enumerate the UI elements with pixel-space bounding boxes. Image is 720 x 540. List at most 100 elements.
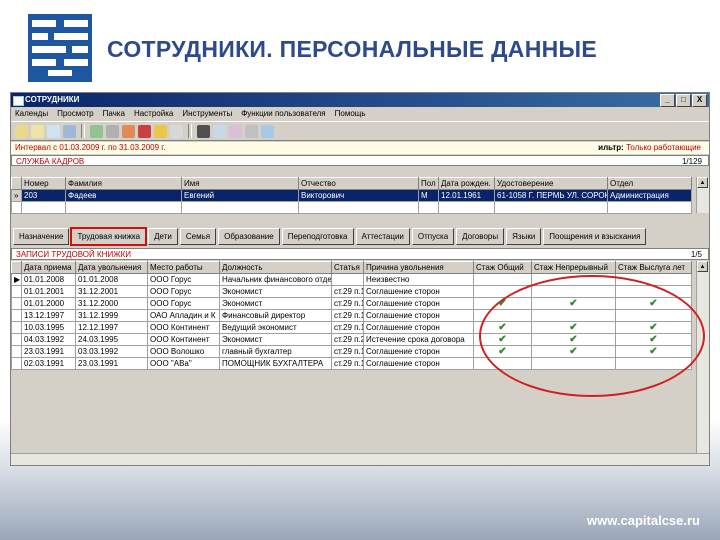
table-cell[interactable] <box>331 273 364 286</box>
table-cell[interactable]: 02.03.1991 <box>21 357 76 370</box>
table-cell[interactable]: 61-1058 Г. ПЕРМЬ УЛ. СОРОКА <box>494 189 608 202</box>
table-cell[interactable]: ст.29 п.1 <box>331 285 364 298</box>
tab-workbook[interactable]: Трудовая книжка <box>70 227 148 246</box>
table-cell[interactable]: 31.12.2000 <box>75 297 148 310</box>
column-header[interactable]: Стаж Непрерывный <box>531 261 616 274</box>
cut-icon[interactable] <box>122 124 135 138</box>
find-icon[interactable] <box>229 124 242 138</box>
table-cell[interactable]: ст.29 п.1 <box>331 309 364 322</box>
copy-icon[interactable] <box>90 124 103 138</box>
tab-assignment[interactable]: Назначение <box>13 228 70 245</box>
column-header[interactable]: Причина увольнения <box>363 261 474 274</box>
table-row[interactable]: » 203 Фадеев Евгений Викторович М 12.01.… <box>11 189 692 202</box>
table-cell[interactable]: 12.12.1997 <box>75 321 148 334</box>
column-header[interactable]: Удостоверение <box>494 177 608 190</box>
table-cell[interactable]: Фадеев <box>65 189 182 202</box>
menu-item[interactable]: Пачка <box>103 107 125 120</box>
menu-item[interactable]: Просмотр <box>57 107 94 120</box>
window-titlebar[interactable]: СОТРУДНИКИ _ □ X <box>11 93 709 107</box>
column-header[interactable]: Пол <box>418 177 439 190</box>
horizontal-scrollbar[interactable] <box>11 453 709 465</box>
table-cell[interactable]: Начальник финансового отдела <box>219 273 332 286</box>
close-button[interactable]: X <box>692 94 707 107</box>
table-cell[interactable]: 13.12.1997 <box>21 309 76 322</box>
tab-education[interactable]: Образование <box>218 228 280 245</box>
menu-item[interactable]: Функции пользователя <box>241 107 325 120</box>
tab-attestation[interactable]: Аттестации <box>355 228 410 245</box>
new-icon[interactable] <box>15 124 28 138</box>
tab-contracts[interactable]: Договоры <box>456 228 505 245</box>
table-cell[interactable]: 23.03.1991 <box>75 357 148 370</box>
column-header[interactable]: Дата рожден. <box>438 177 495 190</box>
table-cell[interactable]: 24.03.1995 <box>75 333 148 346</box>
minimize-button[interactable]: _ <box>660 94 675 107</box>
table-cell[interactable]: ст.29 п.1 <box>331 357 364 370</box>
check-icon[interactable]: ✔ <box>615 333 692 346</box>
print-preview-icon[interactable] <box>245 124 258 138</box>
table-row[interactable]: 23.03.1991 03.03.1992 ООО Волошко главны… <box>11 345 692 358</box>
table-cell[interactable]: 31.12.2001 <box>75 285 148 298</box>
column-header[interactable]: Имя <box>181 177 299 190</box>
table-cell[interactable]: Соглашение сторон <box>363 309 474 322</box>
check-icon[interactable]: ✔ <box>473 321 532 334</box>
check-icon[interactable] <box>531 309 616 322</box>
table-cell[interactable]: Экономист <box>219 333 332 346</box>
table-cell[interactable]: Соглашение сторон <box>363 285 474 298</box>
table-cell[interactable]: главный бухгалтер <box>219 345 332 358</box>
table-cell[interactable]: Соглашение сторон <box>363 297 474 310</box>
check-icon[interactable] <box>531 273 616 286</box>
table-row[interactable]: 01.01.2000 31.12.2000 ООО Горус Экономис… <box>11 297 692 310</box>
check-icon[interactable]: ✔ <box>473 345 532 358</box>
table-row[interactable]: 13.12.1997 31.12.1999 ОАО Апладин и К Фи… <box>11 309 692 322</box>
column-header[interactable] <box>11 177 22 190</box>
filter-clear-icon[interactable] <box>170 124 183 138</box>
table-cell[interactable]: ООО "АВа" <box>147 357 220 370</box>
table-cell[interactable]: ООО Горус <box>147 297 220 310</box>
table-cell[interactable]: ст.29 п.1 <box>331 297 364 310</box>
check-icon[interactable] <box>615 285 692 298</box>
table-row[interactable]: 01.01.2001 31.12.2001 ООО Горус Экономис… <box>11 285 692 298</box>
menu-item[interactable]: Инструменты <box>182 107 232 120</box>
column-header[interactable]: Дата увольнения <box>75 261 148 274</box>
column-header[interactable]: Стаж Выслуга лет <box>615 261 692 274</box>
print-icon[interactable] <box>106 124 119 138</box>
check-icon[interactable]: ✔ <box>531 297 616 310</box>
table-cell[interactable]: ООО Горус <box>147 273 220 286</box>
tab-rewards[interactable]: Поощрения и взыскания <box>543 228 647 245</box>
table-cell[interactable]: Евгений <box>181 189 299 202</box>
edit-icon[interactable] <box>47 124 60 138</box>
table-cell[interactable]: 23.03.1991 <box>21 345 76 358</box>
check-icon[interactable] <box>473 285 532 298</box>
save-icon[interactable] <box>63 124 76 138</box>
column-header[interactable]: Фамилия <box>65 177 182 190</box>
table-cell[interactable]: 12.01.1961 <box>438 189 495 202</box>
filter-status[interactable]: ильтр: Только работающие <box>598 142 701 154</box>
table-cell[interactable]: Викторович <box>298 189 419 202</box>
table-row[interactable]: 10.03.1995 12.12.1997 ООО Континент Веду… <box>11 321 692 334</box>
table-cell[interactable]: ст.29 п.1 <box>331 345 364 358</box>
table-cell[interactable]: ООО Горус <box>147 285 220 298</box>
column-header[interactable]: Статья <box>331 261 364 274</box>
column-header[interactable] <box>11 261 22 274</box>
check-icon[interactable]: ✔ <box>615 297 692 310</box>
table-row[interactable]: 04.03.1992 24.03.1995 ООО Континент Экон… <box>11 333 692 346</box>
table-cell[interactable]: ПОМОЩНИК БУХГАЛТЕРА <box>219 357 332 370</box>
check-icon[interactable]: ✔ <box>615 321 692 334</box>
table-cell[interactable]: Ведущий экономист <box>219 321 332 334</box>
table-cell[interactable]: 01.01.2001 <box>21 285 76 298</box>
table-cell[interactable]: 01.01.2000 <box>21 297 76 310</box>
check-icon[interactable] <box>615 309 692 322</box>
check-icon[interactable]: ✔ <box>473 333 532 346</box>
check-icon[interactable] <box>531 357 616 370</box>
check-icon[interactable] <box>473 357 532 370</box>
table-cell[interactable]: ООО Континент <box>147 333 220 346</box>
table-cell[interactable]: М <box>418 189 439 202</box>
table-cell[interactable]: 10.03.1995 <box>21 321 76 334</box>
table-cell[interactable]: ООО Континент <box>147 321 220 334</box>
delete-icon[interactable] <box>138 124 151 138</box>
check-icon[interactable]: ✔ <box>615 345 692 358</box>
table-cell[interactable]: Экономист <box>219 285 332 298</box>
check-icon[interactable] <box>473 273 532 286</box>
menu-item[interactable]: Настройка <box>134 107 173 120</box>
check-icon[interactable] <box>473 309 532 322</box>
